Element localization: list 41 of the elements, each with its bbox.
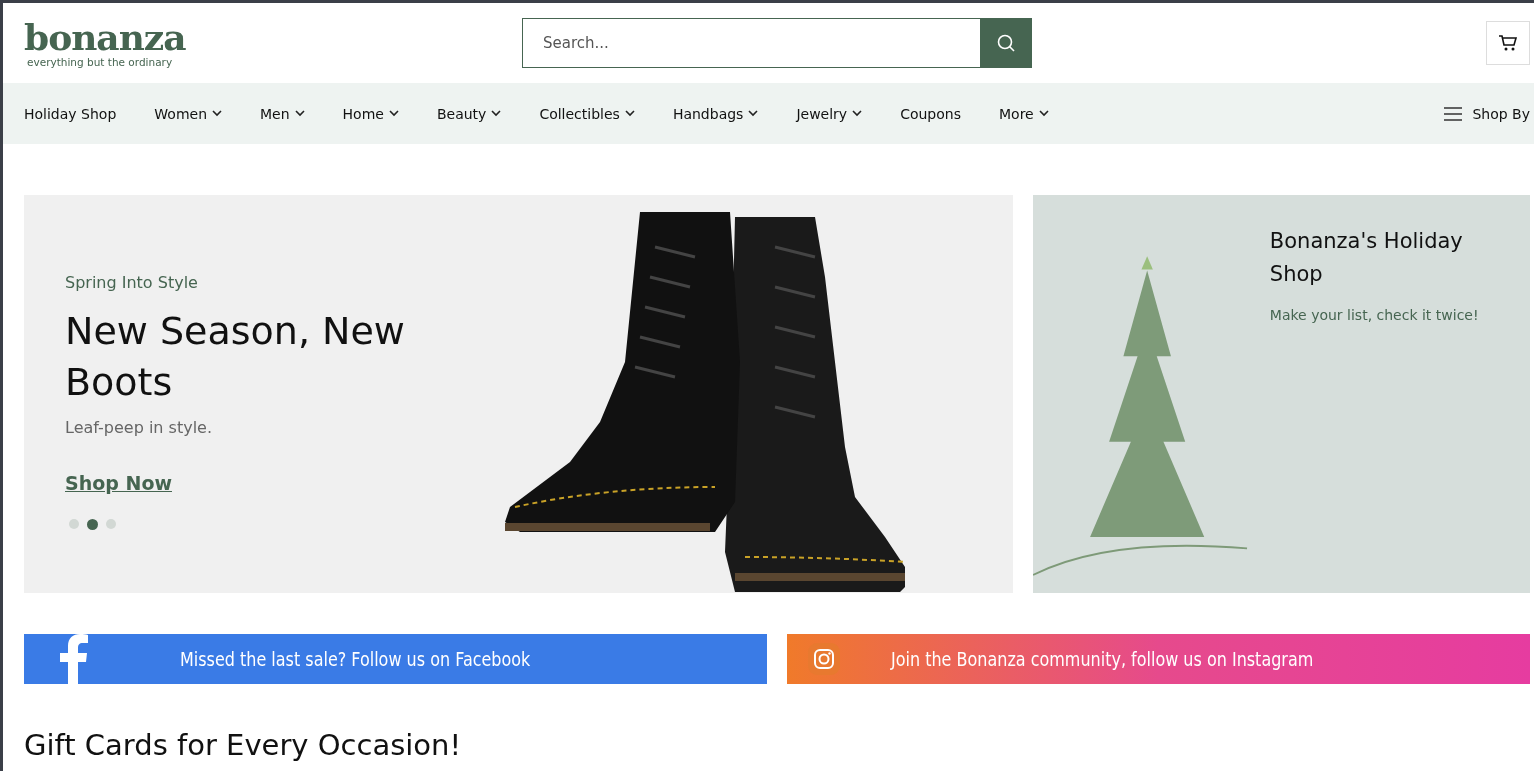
search-field[interactable]: Search... (522, 18, 980, 68)
promo-title: Bonanza's Holiday Shop (1269, 228, 1464, 288)
chevron-down-icon (852, 110, 863, 117)
hero-subtitle: Leaf-peep in style. (65, 418, 213, 437)
nav-dropdown[interactable]: More (999, 105, 1049, 122)
cart-icon (1498, 34, 1518, 52)
hero-title: New Season, New Boots (65, 308, 406, 406)
logo-tagline: everything but the ordinary (27, 56, 173, 68)
carousel-dot[interactable] (69, 519, 79, 529)
instagram-icon (807, 642, 841, 676)
nav-link[interactable]: Holiday Shop (24, 105, 117, 122)
chevron-down-icon (624, 110, 635, 117)
promo-text: Make your list, check it twice! (1269, 306, 1480, 325)
nav-link[interactable]: Coupons (900, 105, 961, 122)
nav-dropdown[interactable]: Jewelry (796, 105, 863, 122)
shop-now-link[interactable]: Shop Now (65, 472, 172, 494)
chevron-down-icon (212, 110, 222, 117)
chevron-down-icon (388, 110, 399, 117)
menu-icon (1444, 106, 1463, 121)
instagram-banner[interactable]: Join the Bonanza community, follow us on Instagram (787, 634, 1530, 684)
search-icon (996, 33, 1016, 53)
chevron-down-icon (491, 110, 502, 117)
nav-dropdown[interactable]: Collectibles (539, 105, 635, 122)
chevron-down-icon (294, 110, 305, 117)
facebook-banner[interactable]: Missed the last sale? Follow us on Facebook (24, 634, 767, 684)
nav-dropdown[interactable]: Men (260, 105, 305, 122)
logo-wordmark[interactable]: bonanza (24, 18, 186, 56)
carousel-dot[interactable] (87, 519, 98, 530)
section-heading: Gift Cards for Every Occasion! (24, 728, 462, 762)
hero-eyebrow: Spring Into Style (65, 273, 198, 292)
shop-by-menu[interactable]: Shop By (1444, 105, 1530, 122)
nav-dropdown[interactable]: Women (154, 105, 222, 122)
cart-button[interactable] (1486, 21, 1530, 65)
chevron-down-icon (1038, 110, 1049, 117)
chevron-down-icon (748, 110, 759, 117)
holiday-promo-card[interactable]: Bonanza's Holiday Shop Make your list, check it twice! (1033, 195, 1530, 593)
nav-dropdown[interactable]: Beauty (436, 105, 502, 122)
nav-dropdown[interactable]: Handbags (672, 105, 759, 122)
nav-dropdown[interactable]: Home (342, 105, 399, 122)
carousel-dot[interactable] (106, 519, 116, 529)
search-button[interactable] (980, 18, 1032, 68)
